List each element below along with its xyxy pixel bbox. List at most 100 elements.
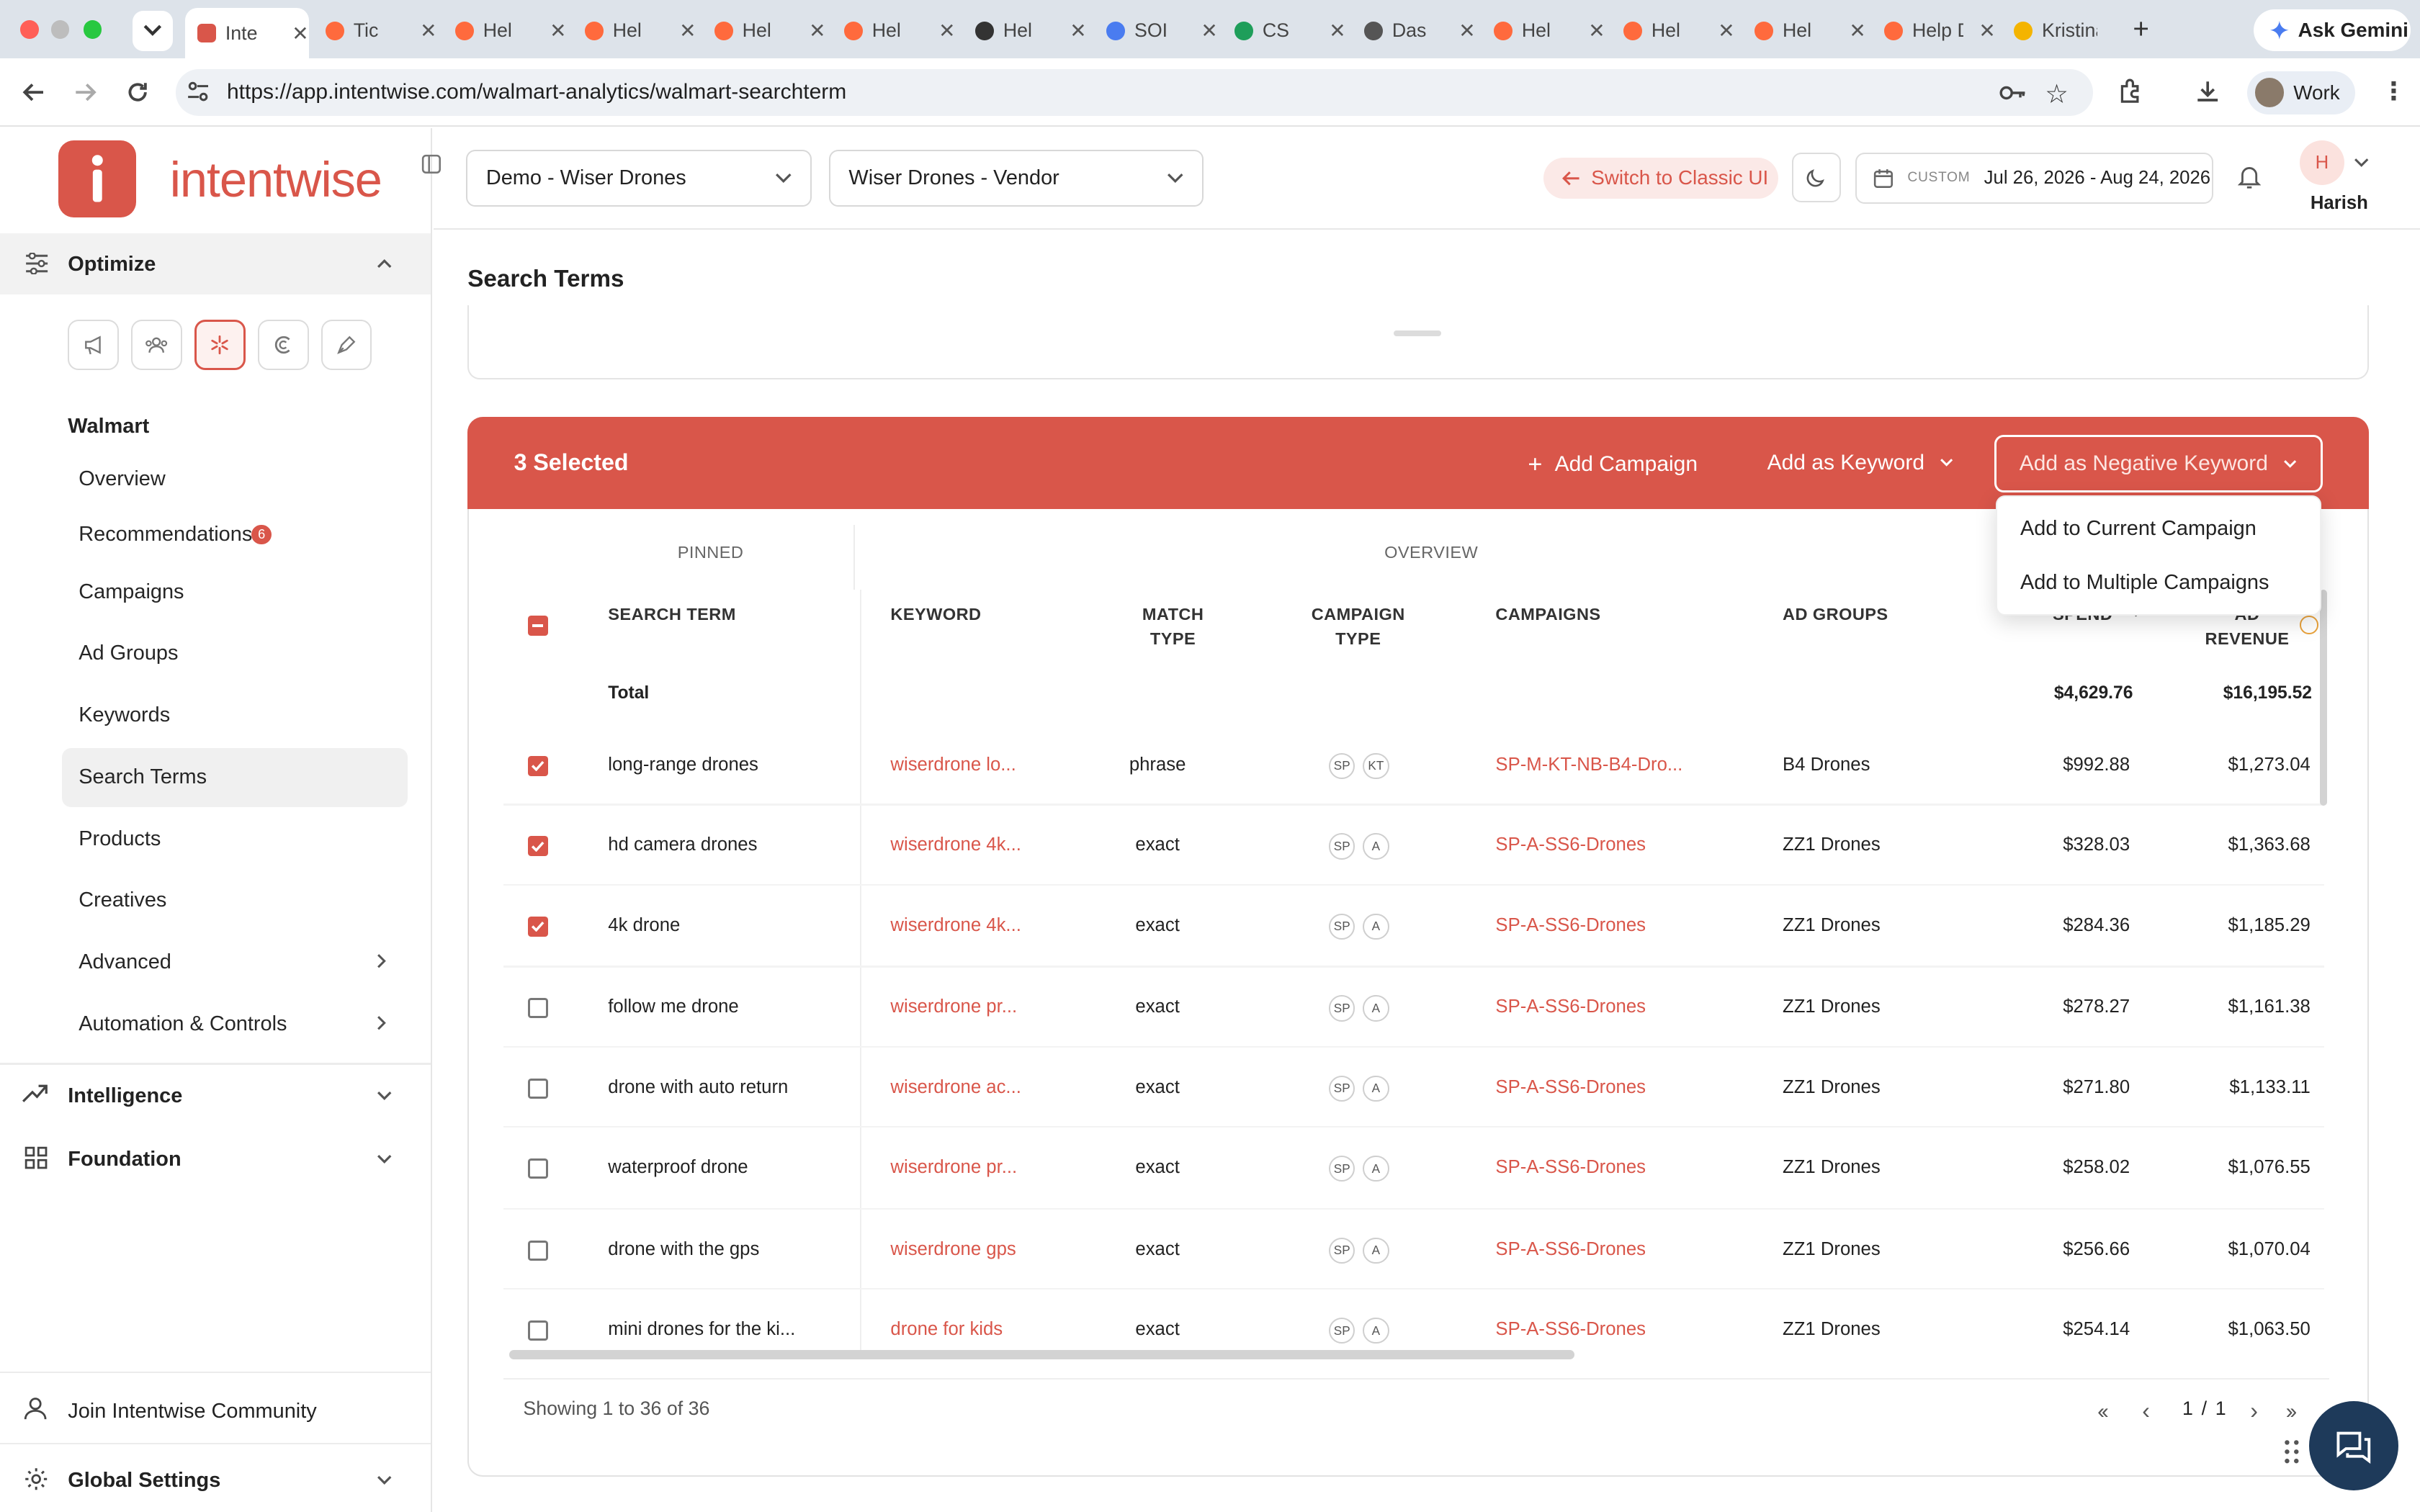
keyword-link[interactable]: wiserdrone gps xyxy=(890,1239,1016,1260)
keyword-link[interactable]: wiserdrone ac... xyxy=(890,1077,1021,1098)
row-checkbox[interactable] xyxy=(527,1240,548,1261)
theme-toggle-button[interactable] xyxy=(1791,153,1842,202)
browser-tab[interactable]: SOI ✕ xyxy=(1094,9,1218,53)
switch-classic-ui-button[interactable]: Switch to Classic UI xyxy=(1543,157,1778,199)
menu-item-add-to-multiple-campaigns[interactable]: Add to Multiple Campaigns xyxy=(2020,571,2269,595)
browser-tab[interactable]: Hel ✕ xyxy=(573,9,696,53)
site-info-icon[interactable] xyxy=(187,80,210,103)
keyword-link[interactable]: wiserdrone pr... xyxy=(890,996,1017,1017)
collapse-sidebar-button[interactable] xyxy=(421,154,442,174)
chat-support-button[interactable] xyxy=(2308,1400,2398,1490)
col-ad-groups[interactable]: AD GROUPS xyxy=(1783,602,1888,626)
downloads-icon[interactable] xyxy=(2195,78,2220,104)
tab-close-icon[interactable]: ✕ xyxy=(1588,19,1605,42)
sidebar-item-campaigns[interactable]: Campaigns xyxy=(79,580,184,604)
sidebar-item-recommendations[interactable]: Recommendations xyxy=(79,523,252,546)
sidebar-item-creatives[interactable]: Creatives xyxy=(79,888,166,912)
browser-tab[interactable]: Hel ✕ xyxy=(443,9,566,53)
optimize-section-header[interactable] xyxy=(0,233,431,295)
row-checkbox[interactable] xyxy=(527,836,548,857)
tab-close-icon[interactable]: ✕ xyxy=(1978,19,1995,42)
campaign-link[interactable]: SP-A-SS6-Drones xyxy=(1495,915,1646,936)
extensions-icon[interactable] xyxy=(2118,78,2143,104)
browser-tab[interactable]: Hel ✕ xyxy=(1482,9,1605,53)
row-checkbox[interactable] xyxy=(527,916,548,937)
intelligence-section[interactable]: Intelligence xyxy=(68,1084,182,1108)
drag-dots-icon[interactable] xyxy=(2282,1438,2301,1466)
browser-tab[interactable]: Hel ✕ xyxy=(963,9,1087,53)
tab-close-icon[interactable]: ✕ xyxy=(1849,19,1865,42)
tab-close-icon[interactable]: ✕ xyxy=(1070,19,1086,42)
row-checkbox[interactable] xyxy=(527,1078,548,1099)
browser-tab[interactable]: Help De ✕ xyxy=(1872,9,1996,53)
browser-tab[interactable]: Inte ✕ xyxy=(185,7,309,59)
keyword-link[interactable]: wiserdrone pr... xyxy=(890,1157,1017,1178)
col-keyword[interactable]: KEYWORD xyxy=(890,602,981,626)
criteo-module-button[interactable] xyxy=(257,319,309,371)
row-checkbox[interactable] xyxy=(527,998,548,1019)
info-icon[interactable] xyxy=(2299,616,2318,634)
chevron-down-icon[interactable] xyxy=(377,1091,392,1102)
prev-page-button[interactable]: ‹ xyxy=(2142,1398,2150,1424)
campaign-link[interactable]: SP-A-SS6-Drones xyxy=(1495,834,1646,855)
campaign-link[interactable]: SP-M-KT-NB-B4-Dro... xyxy=(1495,755,1682,775)
row-checkbox[interactable] xyxy=(527,756,548,776)
add-as-negative-keyword-button[interactable]: Add as Negative Keyword xyxy=(1994,435,2323,492)
horizontal-scroll-thumb[interactable] xyxy=(509,1349,1574,1359)
tab-close-icon[interactable]: ✕ xyxy=(550,19,566,42)
tools-module-button[interactable] xyxy=(321,319,372,371)
panel-drag-handle[interactable] xyxy=(1393,330,1442,337)
browser-tab[interactable]: CS ✕ xyxy=(1222,9,1346,53)
horizontal-scrollbar[interactable] xyxy=(509,1349,2331,1361)
sidebar-item-keywords[interactable]: Keywords xyxy=(79,703,170,727)
next-page-button[interactable]: › xyxy=(2250,1398,2258,1424)
row-checkbox[interactable] xyxy=(527,1320,548,1341)
vertical-scroll-thumb[interactable] xyxy=(2319,589,2328,806)
tab-close-icon[interactable]: ✕ xyxy=(1458,19,1475,42)
add-as-keyword-button[interactable]: Add as Keyword xyxy=(1767,451,1954,475)
keyword-link[interactable]: wiserdrone 4k... xyxy=(890,915,1021,936)
browser-tab[interactable]: Kristina xyxy=(2002,9,2125,53)
campaign-link[interactable]: SP-A-SS6-Drones xyxy=(1495,996,1646,1017)
profile-chip[interactable]: Work xyxy=(2247,71,2355,114)
date-range-picker[interactable]: CUSTOM Jul 26, 2026 - Aug 24, 2026 xyxy=(1855,153,2213,204)
tab-close-icon[interactable]: ✕ xyxy=(292,22,308,45)
password-key-icon[interactable] xyxy=(1999,82,2027,104)
browser-menu-icon[interactable]: ⋮ xyxy=(2381,77,2406,106)
chevron-down-icon[interactable] xyxy=(2354,158,2369,168)
new-tab-button[interactable]: + xyxy=(2133,14,2149,45)
audience-module-button[interactable] xyxy=(131,319,182,371)
add-campaign-button[interactable]: + Add Campaign xyxy=(1528,451,1698,479)
global-settings-section[interactable]: Global Settings xyxy=(68,1469,220,1493)
sidebar-item-products[interactable]: Products xyxy=(79,827,161,851)
tab-close-icon[interactable]: ✕ xyxy=(1201,19,1217,42)
browser-tab[interactable]: Hel ✕ xyxy=(1611,9,1735,53)
tab-close-icon[interactable]: ✕ xyxy=(809,19,825,42)
row-checkbox[interactable] xyxy=(527,1158,548,1179)
browser-tab[interactable]: Hel ✕ xyxy=(832,9,955,53)
profile-selector[interactable]: Wiser Drones - Vendor xyxy=(828,149,1204,207)
back-button[interactable] xyxy=(22,80,46,104)
user-avatar[interactable]: H xyxy=(2299,140,2344,186)
chevron-down-icon[interactable] xyxy=(377,1475,392,1486)
maximize-window-button[interactable] xyxy=(83,19,102,39)
tab-close-icon[interactable]: ✕ xyxy=(679,19,696,42)
ask-gemini-button[interactable]: Ask Gemini xyxy=(2253,9,2411,51)
sidebar-item-search-terms[interactable]: Search Terms xyxy=(79,765,207,789)
first-page-button[interactable]: ‹‹ xyxy=(2097,1400,2109,1424)
browser-tab[interactable]: Hel ✕ xyxy=(702,9,825,53)
tab-close-icon[interactable]: ✕ xyxy=(1329,19,1345,42)
advertising-module-button[interactable] xyxy=(68,319,119,371)
browser-tab[interactable]: Tic ✕ xyxy=(313,9,436,53)
reload-button[interactable] xyxy=(125,80,150,104)
col-search-term[interactable]: SEARCH TERM xyxy=(608,602,736,626)
tab-close-icon[interactable]: ✕ xyxy=(938,19,955,42)
campaign-link[interactable]: SP-A-SS6-Drones xyxy=(1495,1077,1646,1098)
col-campaigns[interactable]: CAMPAIGNS xyxy=(1495,602,1600,626)
sidebar-item-advanced[interactable]: Advanced xyxy=(79,950,171,974)
foundation-section[interactable]: Foundation xyxy=(68,1148,181,1171)
keyword-link[interactable]: drone for kids xyxy=(890,1319,1003,1340)
sidebar-item-ad-groups[interactable]: Ad Groups xyxy=(79,642,178,665)
chevron-down-icon[interactable] xyxy=(377,1154,392,1165)
vertical-scrollbar[interactable] xyxy=(2319,528,2329,1361)
